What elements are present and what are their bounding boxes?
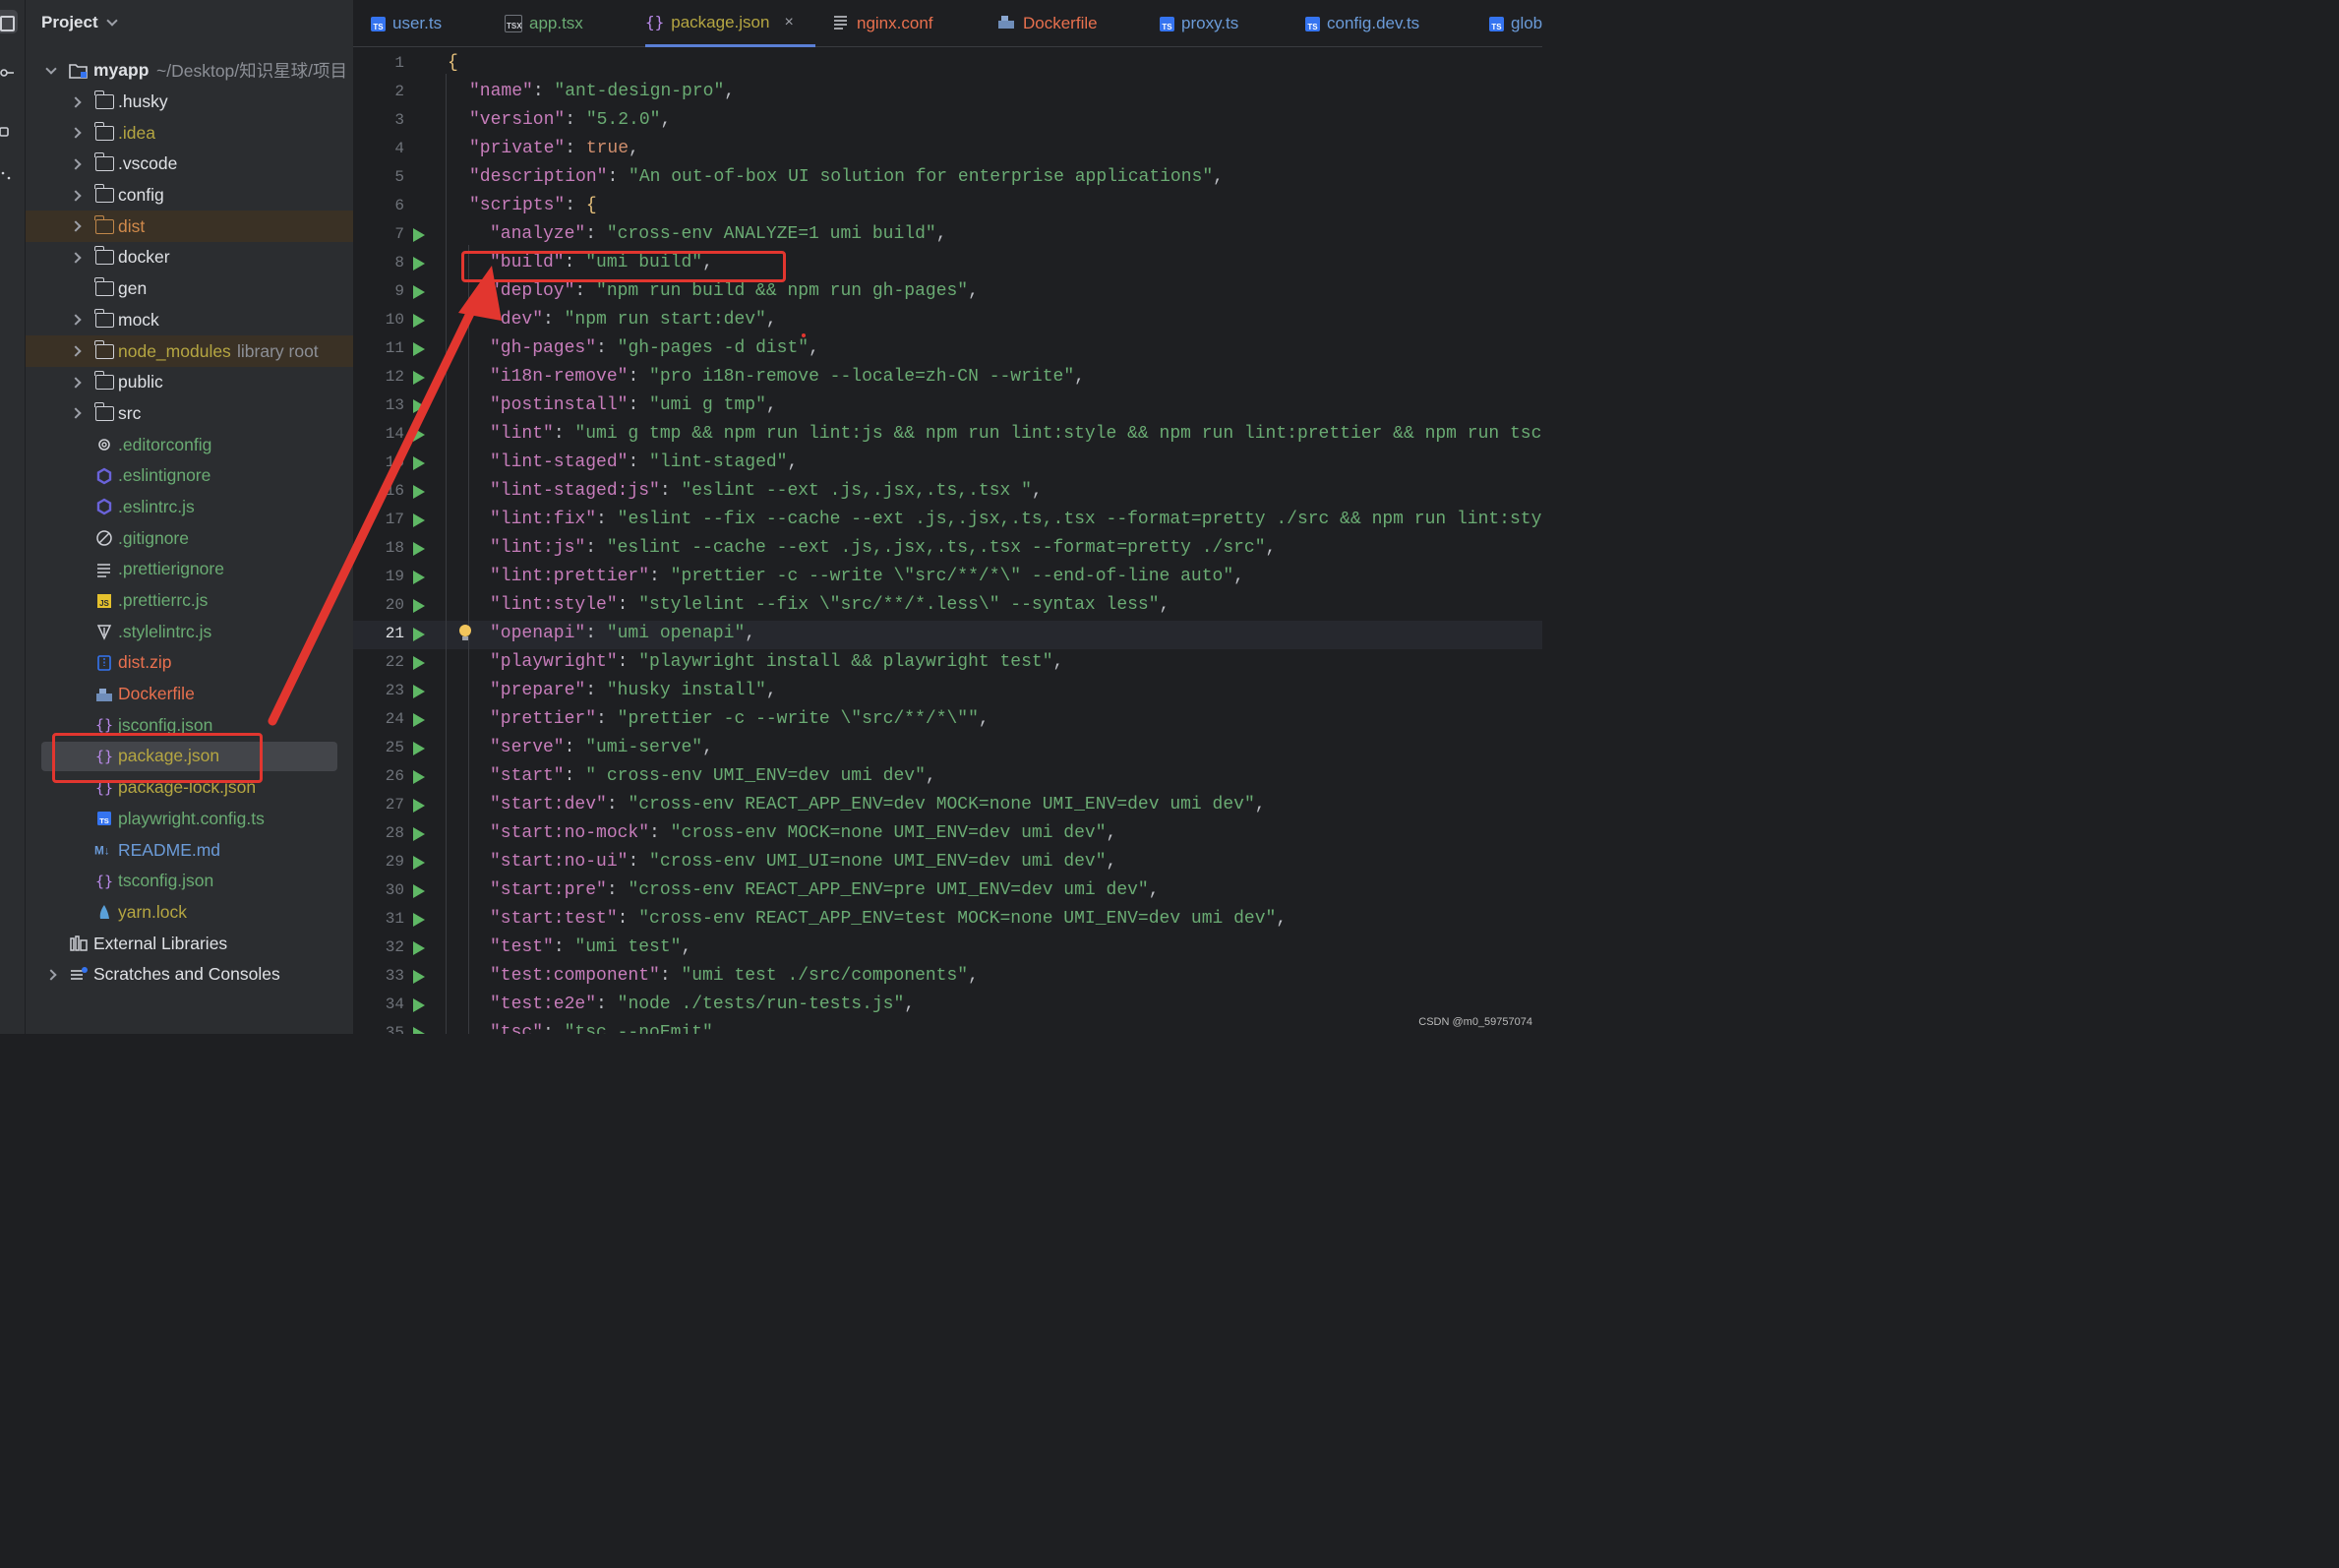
watermark: CSDN @m0_59757074	[1418, 1016, 1532, 1028]
annotation-arrow	[268, 266, 806, 726]
